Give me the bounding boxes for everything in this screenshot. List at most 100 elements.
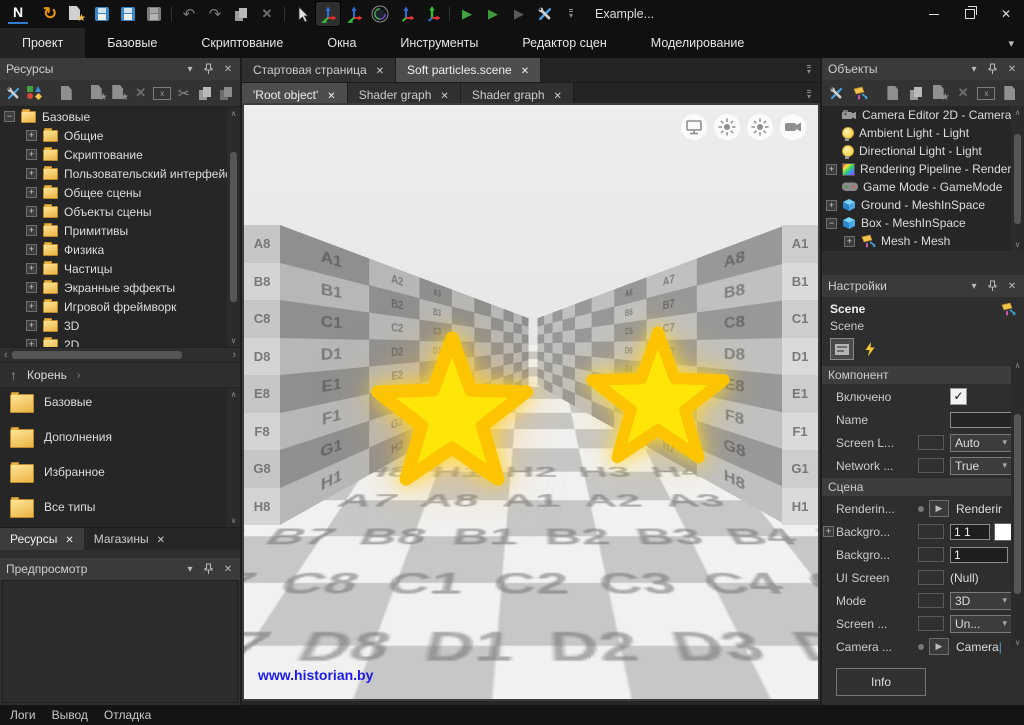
- list-item[interactable]: Избранное: [0, 458, 240, 493]
- menu-overflow-icon[interactable]: [1008, 37, 1024, 50]
- tab-shader-graph-1[interactable]: Shader graph: [348, 83, 461, 106]
- tree-row[interactable]: Базовые: [0, 107, 240, 126]
- resources-new-file-button[interactable]: [110, 82, 129, 104]
- expand-icon[interactable]: [26, 168, 37, 179]
- tools-button[interactable]: [533, 2, 557, 26]
- settings-scrollbar[interactable]: [1011, 359, 1024, 649]
- scroll-down-icon[interactable]: [1015, 240, 1021, 249]
- tree-row[interactable]: Box - MeshInSpace: [822, 214, 1024, 232]
- properties-tab-button[interactable]: [830, 338, 854, 360]
- default-value-box[interactable]: [918, 547, 944, 562]
- resources-copy-button[interactable]: [196, 82, 215, 104]
- tree-row[interactable]: Общее сцены: [0, 183, 240, 202]
- redo-button[interactable]: [203, 2, 227, 26]
- expand-icon[interactable]: [26, 244, 37, 255]
- default-value-box[interactable]: [918, 524, 944, 539]
- scroll-left-icon[interactable]: [4, 349, 8, 361]
- tree-row[interactable]: Game Mode - GameMode: [822, 178, 1024, 196]
- play-secondary-button[interactable]: [481, 2, 505, 26]
- menu-item-project[interactable]: Проект: [0, 28, 85, 58]
- tab-close-icon[interactable]: [376, 63, 384, 77]
- play-button[interactable]: [455, 2, 479, 26]
- objects-rename-button[interactable]: [976, 82, 996, 104]
- expand-icon[interactable]: [26, 263, 37, 274]
- pin-icon[interactable]: [203, 563, 215, 575]
- statusbar-output[interactable]: Вывод: [52, 708, 88, 722]
- objects-duplicate-button[interactable]: [906, 82, 926, 104]
- tab-close-icon[interactable]: [157, 532, 165, 546]
- objects-edit-button[interactable]: [883, 82, 903, 104]
- scroll-down-icon[interactable]: [231, 336, 237, 345]
- tree-row[interactable]: Mesh - Mesh: [822, 232, 1024, 250]
- expand-icon[interactable]: [26, 320, 37, 331]
- collapse-icon[interactable]: [4, 111, 15, 122]
- up-arrow-icon[interactable]: [10, 367, 17, 383]
- expand-icon[interactable]: [844, 236, 855, 247]
- scroll-thumb[interactable]: [1014, 134, 1021, 224]
- close-button[interactable]: [988, 0, 1024, 28]
- tab-start-page[interactable]: Стартовая страница: [242, 58, 396, 82]
- toolbar-menu-button[interactable]: ▾: [559, 2, 583, 26]
- list-item[interactable]: Все типы: [0, 493, 240, 528]
- panel-menu-icon[interactable]: [968, 281, 980, 292]
- section-scene[interactable]: Сцена: [822, 477, 1024, 497]
- tree-row[interactable]: Общие: [0, 126, 240, 145]
- breadcrumb-root[interactable]: Корень: [27, 368, 67, 382]
- expand-icon[interactable]: [826, 164, 837, 175]
- expand-reference-button[interactable]: [929, 500, 949, 517]
- tab-list-menu-icon[interactable]: ▾: [807, 90, 811, 100]
- tab-soft-particles-scene[interactable]: Soft particles.scene: [396, 58, 541, 82]
- scroll-up-icon[interactable]: [231, 109, 237, 118]
- expand-icon[interactable]: [26, 130, 37, 141]
- scene-viewport[interactable]: H8H1H2H3H4 A5A6A7A8A1A2A3A4A5 B6B7B8B1B2…: [244, 105, 818, 699]
- tab-stores[interactable]: Магазины: [84, 528, 175, 550]
- light-button[interactable]: [714, 114, 740, 140]
- tab-root-object[interactable]: 'Root object': [242, 83, 348, 106]
- color-swatch[interactable]: [994, 523, 1012, 541]
- panel-close-icon[interactable]: [1006, 281, 1018, 292]
- objects-tools-button[interactable]: [826, 82, 846, 104]
- menu-item-windows[interactable]: Окна: [305, 28, 378, 58]
- events-tab-button[interactable]: [858, 338, 882, 360]
- background-field[interactable]: 1: [950, 547, 1008, 563]
- tree-row[interactable]: Ground - MeshInSpace: [822, 196, 1024, 214]
- display-mode-button[interactable]: [681, 114, 707, 140]
- tab-list-menu-icon[interactable]: ▾: [807, 65, 811, 75]
- panel-close-icon[interactable]: [222, 564, 234, 575]
- refresh-button[interactable]: [38, 2, 62, 26]
- network-dropdown[interactable]: True: [950, 457, 1012, 475]
- scale-tool-button[interactable]: [394, 2, 418, 26]
- tab-close-icon[interactable]: [554, 88, 562, 102]
- screen-label-dropdown[interactable]: Auto: [950, 434, 1012, 452]
- panel-close-icon[interactable]: [1006, 64, 1018, 75]
- move-tool-button[interactable]: [316, 2, 340, 26]
- restore-button[interactable]: [952, 0, 988, 28]
- default-value-box[interactable]: [918, 458, 944, 473]
- objects-add-button[interactable]: [849, 82, 869, 104]
- minimize-button[interactable]: [916, 0, 952, 28]
- expand-icon[interactable]: [26, 206, 37, 217]
- scroll-up-icon[interactable]: [1015, 361, 1021, 370]
- undo-button[interactable]: [177, 2, 201, 26]
- scroll-thumb[interactable]: [230, 152, 237, 302]
- resources-tools-button[interactable]: [4, 82, 23, 104]
- expand-icon[interactable]: [26, 282, 37, 293]
- tree-row[interactable]: 2D: [0, 335, 240, 347]
- resources-cut-button[interactable]: [175, 82, 194, 104]
- pin-icon[interactable]: [203, 63, 215, 75]
- scroll-down-icon[interactable]: [231, 516, 237, 525]
- resources-paste-button[interactable]: [218, 82, 237, 104]
- background-color-field[interactable]: 1 1: [950, 524, 990, 540]
- tree-row[interactable]: Ambient Light - Light: [822, 124, 1024, 142]
- tree-row[interactable]: 3D: [0, 316, 240, 335]
- save-button[interactable]: [90, 2, 114, 26]
- resources-types-button[interactable]: [26, 82, 45, 104]
- play-disabled-button[interactable]: [507, 2, 531, 26]
- resources-tree-scrollbar[interactable]: [227, 107, 240, 347]
- duplicate-button[interactable]: [229, 2, 253, 26]
- list-item[interactable]: Базовые: [0, 388, 240, 423]
- resources-new-folder-button[interactable]: [89, 82, 108, 104]
- menu-item-scripting[interactable]: Скриптование: [179, 28, 305, 58]
- tab-close-icon[interactable]: [327, 88, 335, 102]
- info-button[interactable]: Info: [836, 668, 926, 696]
